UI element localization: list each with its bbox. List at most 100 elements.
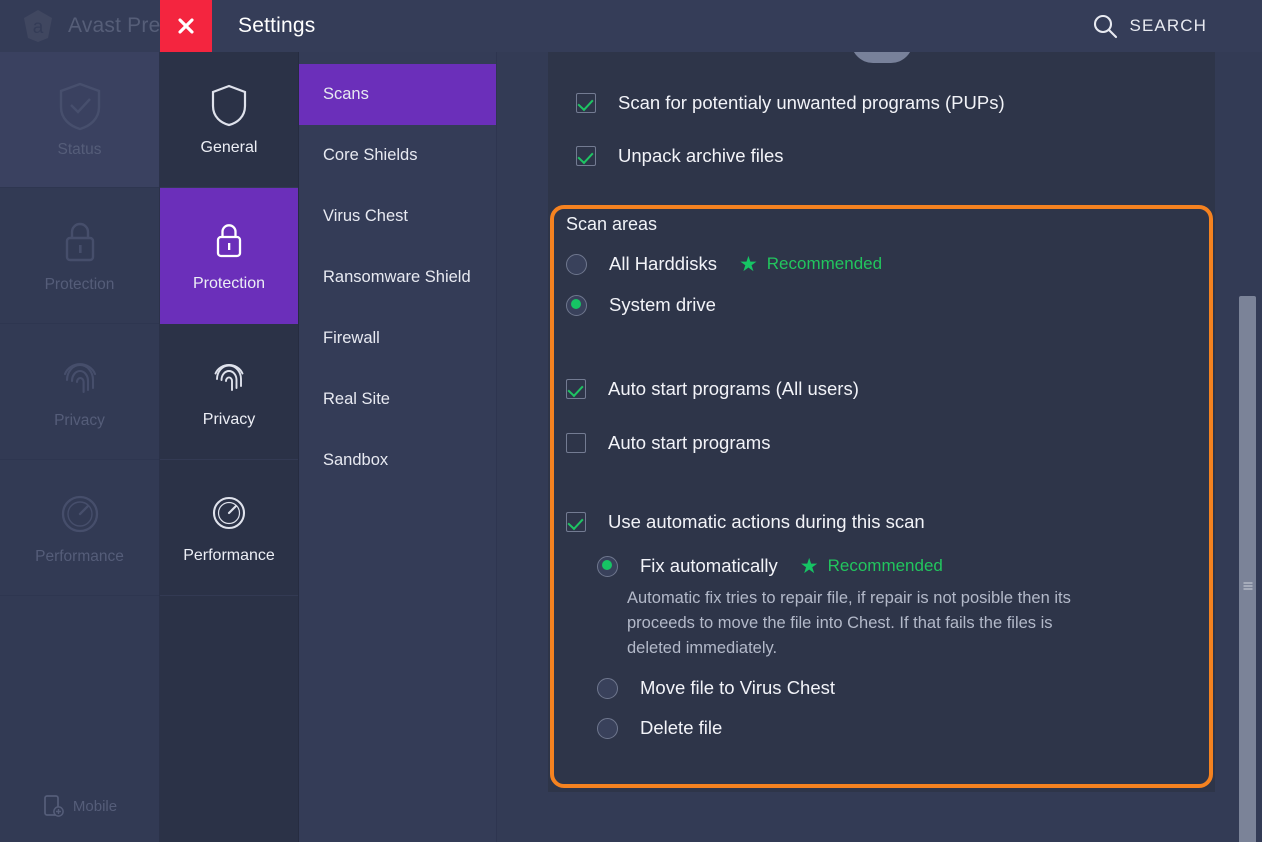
app-window: a Avast Prem Status Protection Privacy P…: [0, 0, 1262, 842]
settings-category-general[interactable]: General: [160, 52, 298, 188]
fix-automatically-description: Automatic fix tries to repair file, if r…: [627, 589, 1071, 657]
checkbox-scan-pups[interactable]: [576, 93, 596, 113]
settings-category-nav: General Protection Privacy Performance: [160, 52, 299, 842]
checkbox-unpack-archive[interactable]: [576, 146, 596, 166]
subsection-label: Core Shields: [323, 146, 418, 164]
settings-subsection-nav: Scans Core Shields Virus Chest Ransomwar…: [299, 52, 497, 842]
settings-category-protection[interactable]: Protection: [160, 188, 298, 324]
radio-move-to-virus-chest[interactable]: [597, 677, 618, 699]
radio-all-harddisks[interactable]: [566, 253, 587, 275]
sidebar-item-core-shields[interactable]: Core Shields: [299, 125, 496, 186]
subsection-label: Real Site: [323, 390, 390, 408]
radio-system-drive[interactable]: [566, 294, 587, 316]
recommended-label: Recommended: [766, 254, 883, 273]
fingerprint-icon: [209, 355, 249, 399]
option-use-automatic-actions[interactable]: Use automatic actions during this scan: [548, 511, 1215, 533]
search-button[interactable]: SEARCH: [1092, 13, 1207, 39]
subsection-label: Firewall: [323, 329, 380, 347]
sidebar-item-real-site[interactable]: Real Site: [299, 369, 496, 430]
shield-check-icon: [57, 81, 103, 131]
fingerprint-icon: [57, 354, 103, 402]
scrollbar-thumb[interactable]: [1239, 296, 1256, 842]
scroll-indicator: [850, 52, 913, 63]
recommended-badge: ★ Recommended: [800, 556, 943, 577]
star-icon: ★: [799, 554, 819, 578]
close-button[interactable]: [160, 0, 212, 52]
settings-category-performance[interactable]: Performance: [160, 460, 298, 596]
option-label: All Harddisks: [609, 253, 717, 274]
option-scan-pups[interactable]: Scan for potentialy unwanted programs (P…: [548, 92, 1215, 114]
app-nav-item-mobile[interactable]: Mobile: [0, 770, 160, 842]
option-autostart-programs[interactable]: Auto start programs: [548, 432, 1215, 454]
app-nav-item-status[interactable]: Status: [0, 52, 159, 188]
settings-category-privacy[interactable]: Privacy: [160, 324, 298, 460]
option-label: Auto start programs (All users): [608, 378, 859, 399]
recommended-badge: ★ Recommended: [739, 254, 882, 275]
close-icon: [176, 16, 196, 36]
app-nav-label: Performance: [35, 547, 124, 565]
radio-delete-file[interactable]: [597, 717, 618, 739]
option-system-drive[interactable]: System drive: [548, 294, 1215, 316]
option-move-to-virus-chest[interactable]: Move file to Virus Chest: [548, 677, 1215, 699]
app-nav-label: Protection: [44, 275, 115, 293]
app-nav-label: Mobile: [72, 797, 118, 815]
app-sidebar: Status Protection Privacy Performance Mo…: [0, 52, 160, 842]
option-label: Delete file: [640, 717, 723, 738]
shield-icon: [209, 83, 249, 127]
checkbox-use-automatic-actions[interactable]: [566, 512, 586, 532]
avast-logo-icon: a: [18, 6, 58, 46]
app-nav-item-privacy[interactable]: Privacy: [0, 324, 159, 460]
subsection-label: Ransomware Shield: [323, 268, 471, 286]
settings-window: Settings SEARCH General Protection Priva…: [160, 0, 1262, 842]
speedometer-icon: [57, 490, 103, 538]
lock-icon: [209, 219, 249, 263]
sidebar-item-firewall[interactable]: Firewall: [299, 308, 496, 369]
option-autostart-all-users[interactable]: Auto start programs (All users): [548, 378, 1215, 400]
option-label: Fix automatically: [640, 555, 778, 576]
option-label: Move file to Virus Chest: [640, 677, 836, 698]
scan-settings-panel: Scan for potentialy unwanted programs (P…: [548, 52, 1215, 792]
option-label: Unpack archive files: [618, 145, 784, 166]
subsection-label: Scans: [323, 85, 369, 103]
sidebar-item-scans[interactable]: Scans: [299, 64, 496, 125]
content-scrollbar[interactable]: [1239, 244, 1256, 842]
settings-body: General Protection Privacy Performance S…: [160, 52, 1262, 842]
app-nav-item-performance[interactable]: Performance: [0, 460, 159, 596]
option-delete-file[interactable]: Delete file: [548, 717, 1215, 739]
option-label: Auto start programs: [608, 432, 771, 453]
mobile-add-icon: [43, 794, 65, 818]
settings-content-wrapper: Scan for potentialy unwanted programs (P…: [497, 52, 1262, 842]
search-icon: [1092, 13, 1118, 39]
checkbox-autostart-programs[interactable]: [566, 433, 586, 453]
search-label: SEARCH: [1129, 16, 1207, 35]
settings-category-label: General: [200, 138, 258, 156]
settings-title: Settings: [238, 14, 316, 37]
option-label: Use automatic actions during this scan: [608, 511, 925, 532]
subsection-label: Sandbox: [323, 451, 389, 469]
svg-text:a: a: [33, 17, 44, 38]
scan-areas-heading: Scan areas: [566, 214, 658, 234]
sidebar-item-virus-chest[interactable]: Virus Chest: [299, 186, 496, 247]
option-label: System drive: [609, 294, 716, 315]
subsection-label: Virus Chest: [323, 207, 408, 225]
settings-category-label: Protection: [192, 274, 266, 292]
settings-titlebar: Settings SEARCH: [160, 0, 1262, 52]
option-all-harddisks[interactable]: All Harddisks ★ Recommended: [548, 253, 1215, 275]
sidebar-item-ransomware-shield[interactable]: Ransomware Shield: [299, 247, 496, 308]
option-unpack-archive[interactable]: Unpack archive files: [548, 145, 1215, 167]
option-fix-automatically[interactable]: Fix automatically ★ Recommended: [548, 555, 1215, 577]
app-nav-label: Status: [57, 140, 102, 158]
sidebar-item-sandbox[interactable]: Sandbox: [299, 430, 496, 491]
settings-category-label: Privacy: [202, 410, 256, 428]
checkbox-autostart-all-users[interactable]: [566, 379, 586, 399]
scrollbar-grip-icon: [1243, 582, 1252, 590]
speedometer-icon: [209, 491, 249, 535]
app-nav-label: Privacy: [54, 411, 105, 429]
star-icon: ★: [738, 252, 758, 276]
lock-icon: [57, 218, 103, 266]
radio-fix-automatically[interactable]: [597, 555, 618, 577]
recommended-label: Recommended: [827, 556, 943, 575]
settings-category-label: Performance: [183, 546, 275, 564]
option-label: Scan for potentialy unwanted programs (P…: [618, 92, 1005, 113]
app-nav-item-protection[interactable]: Protection: [0, 188, 159, 324]
